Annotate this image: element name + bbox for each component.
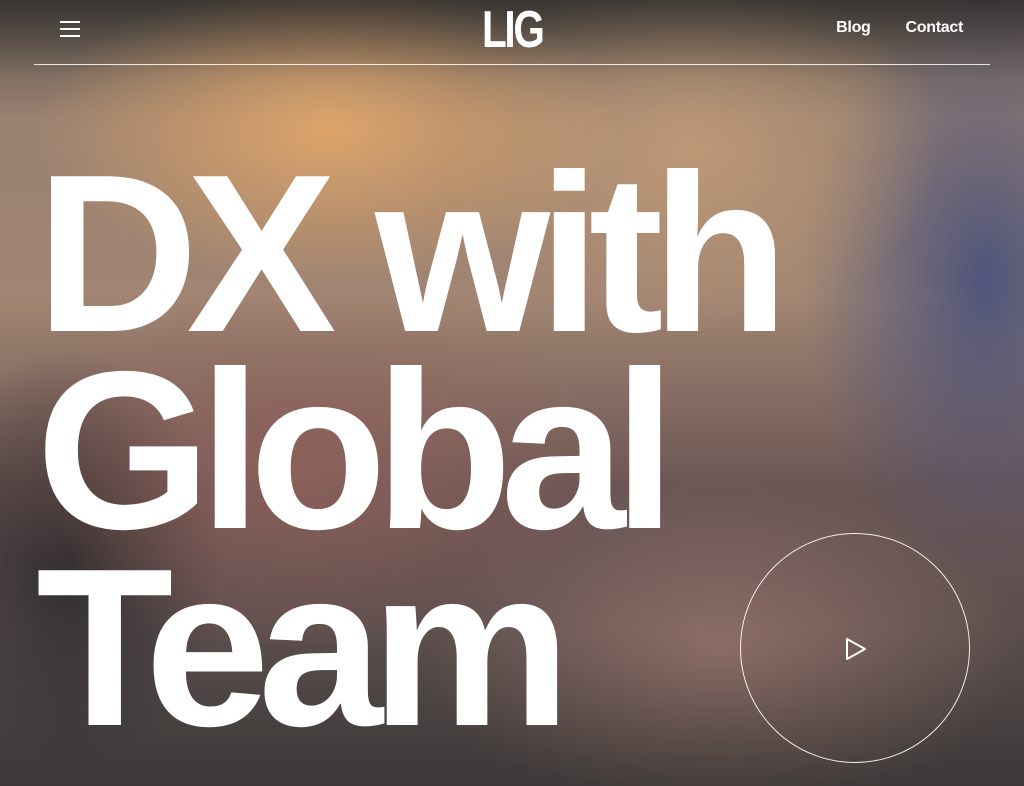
logo[interactable]: LIG <box>482 4 545 56</box>
headline-line-2: Global <box>36 324 676 576</box>
site-header: LIG Blog Contact <box>0 0 1024 65</box>
nav-link-blog[interactable]: Blog <box>836 19 871 37</box>
headline-line-3: Team <box>36 521 571 773</box>
menu-button[interactable] <box>58 18 82 40</box>
header-divider <box>34 64 990 65</box>
nav-link-contact[interactable]: Contact <box>906 19 964 37</box>
play-video-button[interactable] <box>740 533 970 763</box>
hero-headline: DX with Global Team <box>36 127 789 773</box>
headline-line-1: DX with <box>36 127 789 379</box>
main-nav: Blog Contact <box>836 19 963 37</box>
play-icon <box>846 638 866 660</box>
